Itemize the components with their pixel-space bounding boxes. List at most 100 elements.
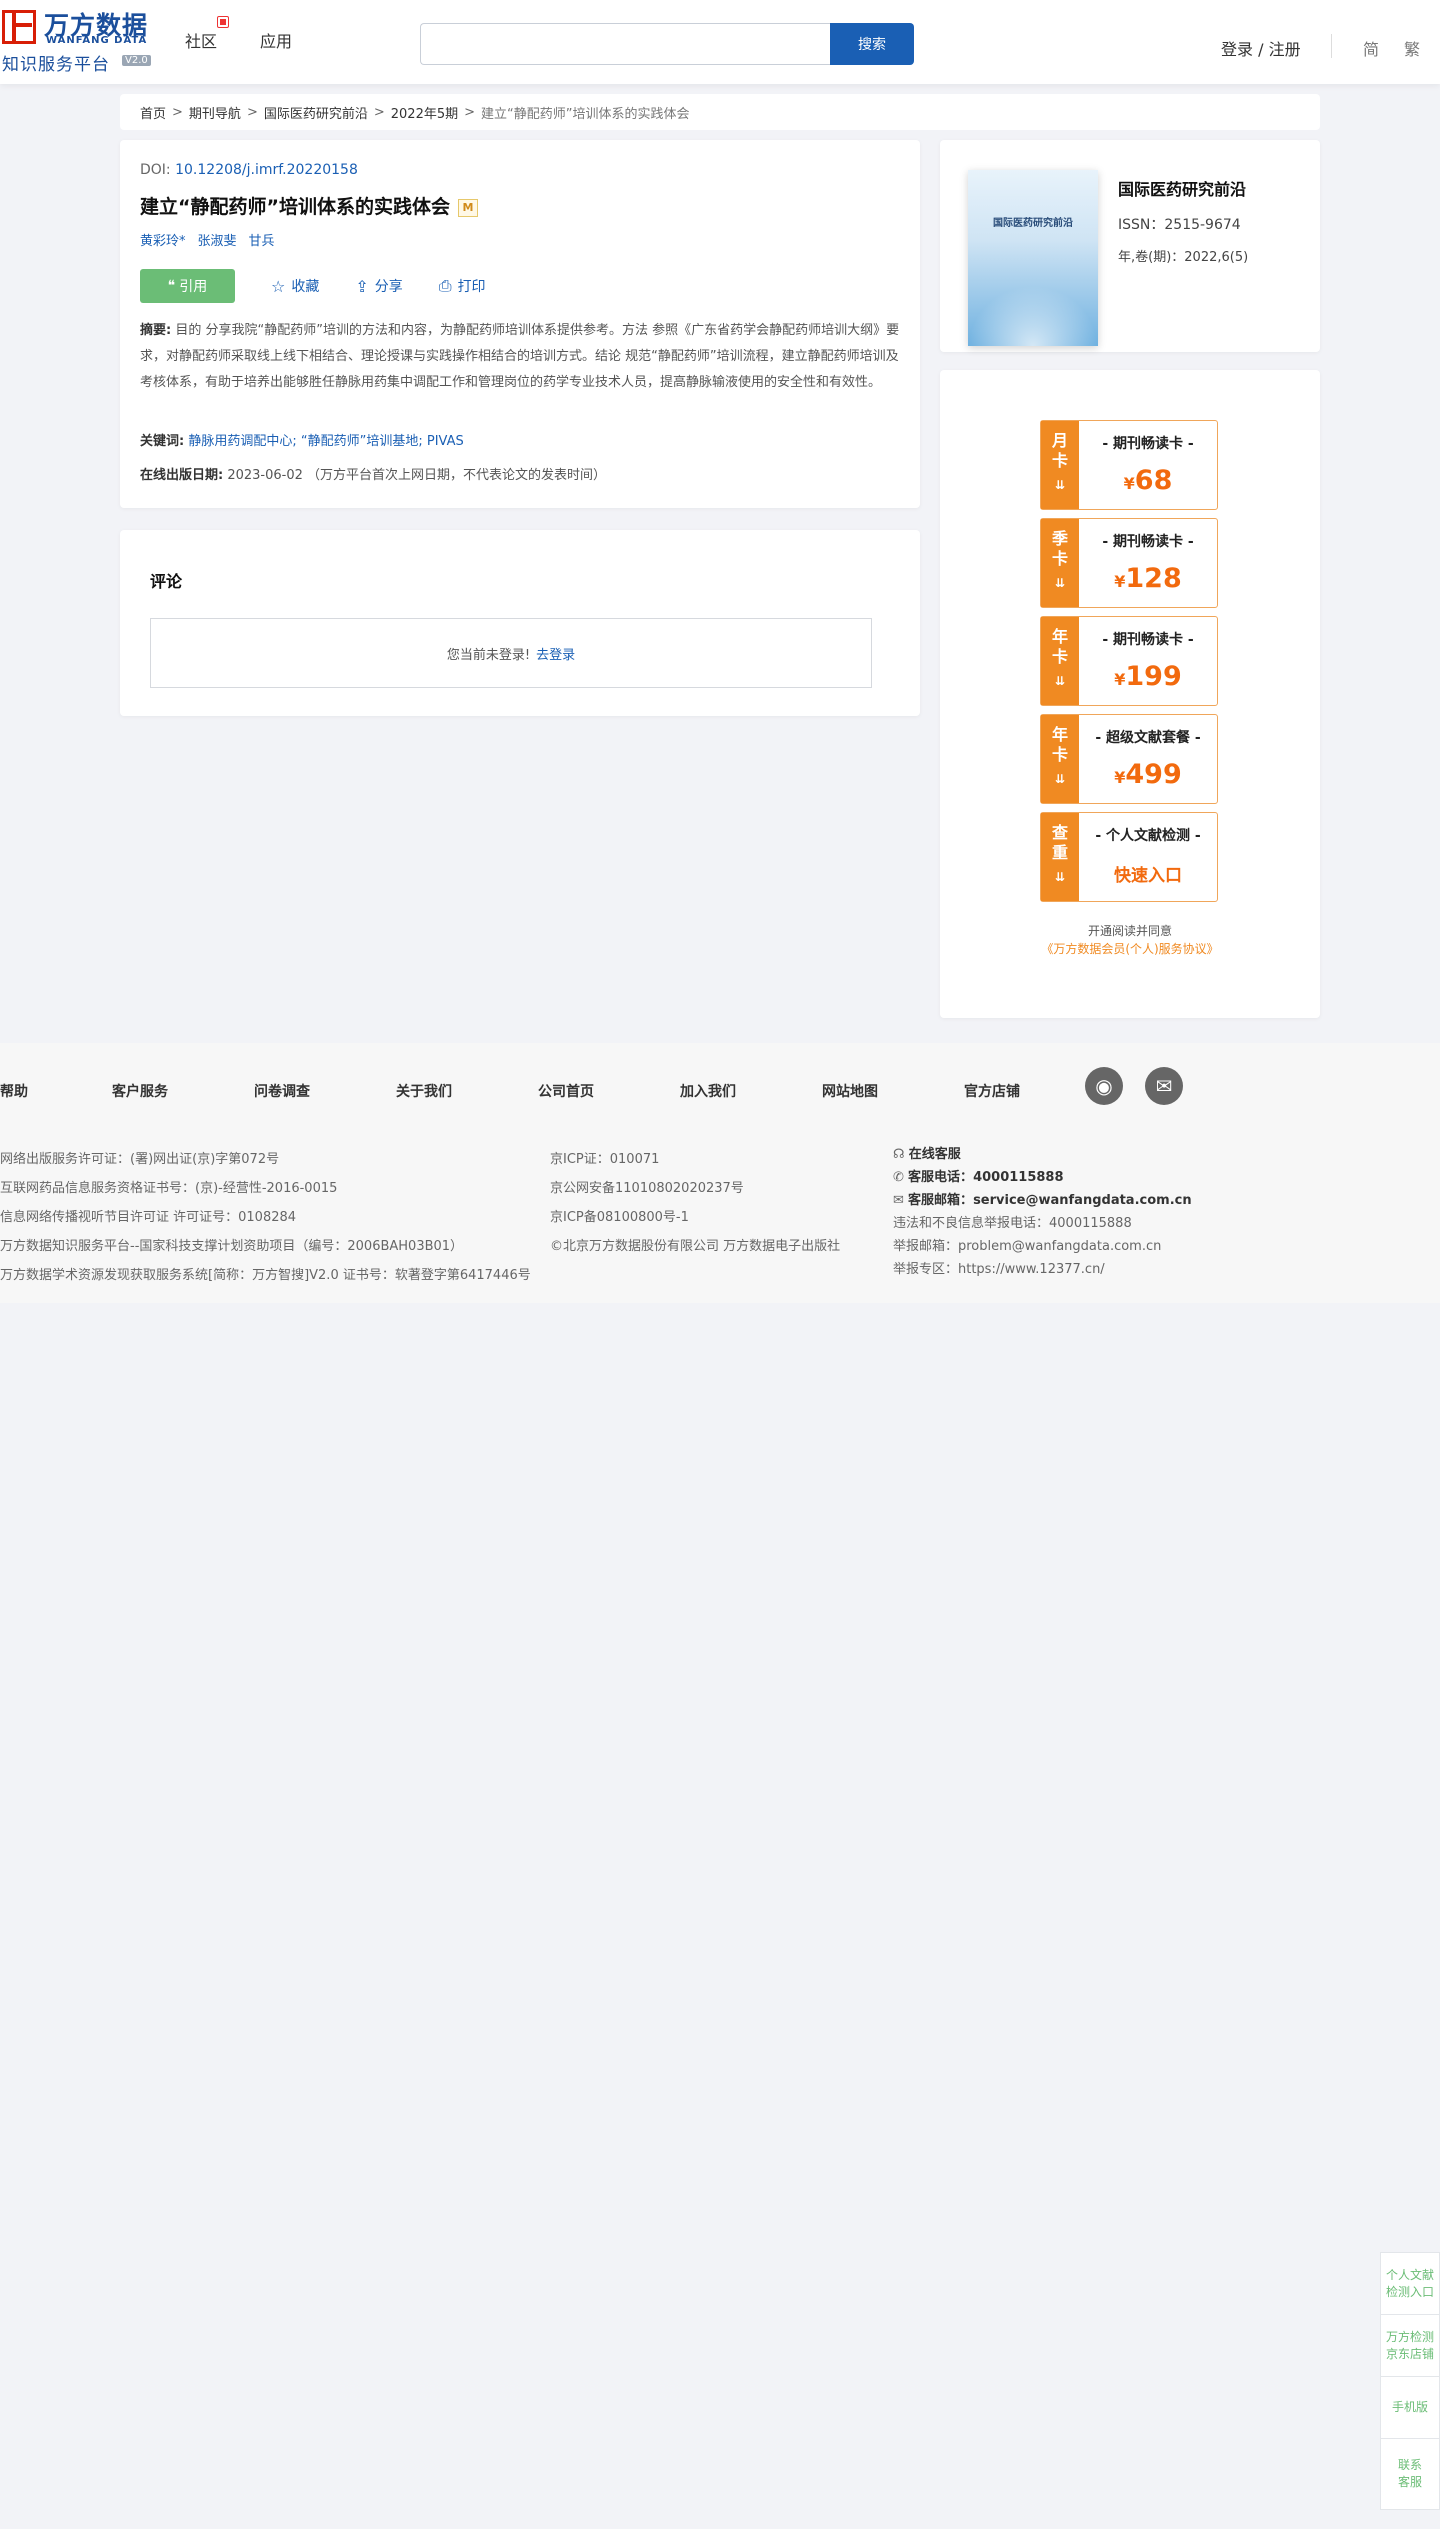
abstract-text: 目的 分享我院“静配药师”培训的方法和内容，为静配药师培训体系提供参考。方法 参… [140, 323, 900, 390]
license-line: 万方数据知识服务平台--国家科技支撑计划资助项目（编号：2006BAH03B01… [0, 1239, 464, 1254]
doi-line: DOI: 10.12208/j.imrf.20220158 [140, 162, 358, 178]
wechat-icon[interactable]: ✉ [1145, 1067, 1183, 1105]
author-link[interactable]: 张淑斐 [198, 230, 237, 249]
report-email: 举报邮箱：problem@wanfangdata.com.cn [893, 1239, 1162, 1254]
membership-side-tag: 季卡 ⇊ [1041, 519, 1079, 607]
footer-link-service[interactable]: 客户服务 [112, 1081, 168, 1101]
login-register-link[interactable]: 登录 / 注册 [1221, 36, 1301, 60]
membership-title: - 期刊畅读卡 - [1102, 632, 1194, 648]
lang-traditional[interactable]: 繁 [1404, 36, 1420, 60]
membership-plagiarism-check[interactable]: 查重 ⇊ - 个人文献检测 - 快速入口 [1040, 812, 1218, 902]
phone-icon: ✆ [893, 1170, 904, 1185]
membership-side-tag: 年卡 ⇊ [1041, 715, 1079, 803]
footer-link-join[interactable]: 加入我们 [680, 1081, 736, 1101]
keywords: 关键词: 静脉用药调配中心; “静配药师”培训基地; PIVAS [140, 430, 464, 449]
breadcrumb-issue[interactable]: 2022年5期 [391, 103, 458, 122]
service-email: ✉ 客服邮箱：service@wanfangdata.com.cn [893, 1193, 1192, 1208]
membership-monthly[interactable]: 月卡 ⇊ - 期刊畅读卡 - ¥68 [1040, 420, 1218, 510]
footer-contact: ☊ 在线客服 ✆ 客服电话：4000115888 ✉ 客服邮箱：service@… [893, 1143, 1192, 1281]
favorite-button[interactable]: ☆ 收藏 [271, 276, 319, 296]
article-title-text: 建立“静配药师”培训体系的实践体会 [140, 196, 450, 218]
quote-icon: ❝ [167, 278, 176, 294]
cite-label: 引用 [179, 279, 208, 295]
breadcrumb-separator: > [464, 104, 476, 120]
breadcrumb-home[interactable]: 首页 [140, 103, 166, 122]
search-input[interactable] [420, 23, 830, 65]
doi-link[interactable]: 10.12208/j.imrf.20220158 [175, 162, 358, 178]
printer-icon: ⎙ [438, 276, 452, 295]
wanfang-logo-icon [2, 10, 36, 44]
cover-title: 国际医药研究前沿 [993, 218, 1073, 229]
membership-side-tag: 年卡 ⇊ [1041, 617, 1079, 705]
membership-side-tag: 月卡 ⇊ [1041, 421, 1079, 509]
search-button[interactable]: 搜索 [830, 23, 914, 65]
membership-yearly[interactable]: 年卡 ⇊ - 期刊畅读卡 - ¥199 [1040, 616, 1218, 706]
double-down-icon: ⇊ [1054, 478, 1066, 492]
weibo-icon[interactable]: ◉ [1085, 1067, 1123, 1105]
icp-line: 京ICP证：010071 [550, 1152, 660, 1167]
nav-apps[interactable]: 应用 [260, 28, 292, 52]
pubdate-label: 在线出版日期: [140, 468, 224, 483]
float-mobile-version[interactable]: 手机版 [1381, 2377, 1439, 2439]
breadcrumb-journal[interactable]: 国际医药研究前沿 [264, 103, 368, 122]
wanfang-logo[interactable]: 万方数据 WANFANG DATA 知识服务平台 V2.0 [0, 6, 160, 75]
license-line: 互联网药品信息服务资格证书号：(京)-经营性-2016-0015 [0, 1181, 338, 1196]
double-down-icon: ⇊ [1054, 870, 1066, 884]
nav-community[interactable]: 社区 [185, 28, 217, 52]
float-jd-store[interactable]: 万方检测京东店铺 [1381, 2315, 1439, 2377]
footer-icp: 京ICP证：010071 京公网安备11010802020237号 京ICP备0… [550, 1145, 840, 1261]
lang-simplified[interactable]: 简 [1363, 36, 1379, 60]
doi-label: DOI: [140, 162, 171, 178]
print-label: 打印 [457, 279, 486, 295]
membership-price: ¥199 [1114, 661, 1182, 692]
pubdate-note: （万方平台首次上网日期，不代表论文的发表时间） [307, 468, 607, 483]
pubdate-value: 2023-06-02 [227, 468, 303, 483]
cite-button[interactable]: ❝ 引用 [140, 269, 235, 303]
share-button[interactable]: ⇪ 分享 [355, 276, 402, 296]
float-plagiarism-entry[interactable]: 个人文献检测入口 [1381, 2253, 1439, 2315]
membership-title: - 个人文献检测 - [1095, 828, 1201, 844]
article-card: DOI: 10.12208/j.imrf.20220158 建立“静配药师”培训… [120, 140, 920, 508]
abstract-label: 摘要: [140, 323, 172, 338]
author-link[interactable]: 黄彩玲* [140, 230, 186, 249]
membership-super-package[interactable]: 年卡 ⇊ - 超级文献套餐 - ¥499 [1040, 714, 1218, 804]
license-line: 万方数据学术资源发现获取服务系统[简称：万方智搜]V2.0 证书号：软著登字第6… [0, 1268, 531, 1283]
comments-title: 评论 [150, 572, 183, 591]
keyword-link[interactable]: 静脉用药调配中心; [188, 434, 296, 449]
star-icon: ☆ [271, 276, 286, 296]
article-title: 建立“静配药师”培训体系的实践体会 M [140, 192, 478, 219]
double-down-icon: ⇊ [1054, 772, 1066, 786]
journal-name[interactable]: 国际医药研究前沿 [1118, 176, 1246, 200]
share-label: 分享 [374, 279, 403, 295]
quick-entry-link[interactable]: 快速入口 [1079, 861, 1217, 886]
journal-cover[interactable]: 国际医药研究前沿 [968, 170, 1098, 346]
service-phone: ✆ 客服电话：4000115888 [893, 1170, 1064, 1185]
footer-link-help[interactable]: 帮助 [0, 1081, 28, 1101]
membership-title: - 期刊畅读卡 - [1102, 436, 1194, 452]
footer-link-store[interactable]: 官方店铺 [964, 1081, 1020, 1101]
go-login-link[interactable]: 去登录 [536, 644, 575, 663]
license-line: 网络出版服务许可证：(署)网出证(京)字第072号 [0, 1152, 280, 1167]
membership-price: ¥128 [1114, 563, 1182, 594]
online-service-link[interactable]: ☊ 在线客服 [893, 1143, 1192, 1166]
print-button[interactable]: ⎙ 打印 [439, 276, 486, 296]
journal-card: 国际医药研究前沿 国际医药研究前沿 ISSN：2515-9674 年,卷(期)：… [940, 140, 1320, 352]
keyword-link[interactable]: PIVAS [427, 434, 464, 449]
icp-line: 京ICP备08100800号-1 [550, 1210, 689, 1225]
mail-icon: ✉ [893, 1193, 904, 1208]
footer-link-sitemap[interactable]: 网站地图 [822, 1081, 878, 1101]
footer-link-about[interactable]: 关于我们 [396, 1081, 452, 1101]
floating-sidebar: 个人文献检测入口 万方检测京东店铺 手机版 联系客服 [1380, 2252, 1440, 2510]
footer-link-company[interactable]: 公司首页 [538, 1081, 594, 1101]
double-down-icon: ⇊ [1054, 576, 1066, 590]
breadcrumb-journal-nav[interactable]: 期刊导航 [189, 103, 241, 122]
membership-quarterly[interactable]: 季卡 ⇊ - 期刊畅读卡 - ¥128 [1040, 518, 1218, 608]
author-link[interactable]: 甘兵 [249, 230, 275, 249]
footer-link-survey[interactable]: 问卷调查 [254, 1081, 310, 1101]
float-contact-service[interactable]: 联系客服 [1381, 2439, 1439, 2509]
footer-licenses: 网络出版服务许可证：(署)网出证(京)字第072号 互联网药品信息服务资格证书号… [0, 1145, 531, 1290]
footer: 帮助 客户服务 问卷调查 关于我们 公司首页 加入我们 网站地图 官方店铺 ◉ … [0, 1043, 1440, 1303]
keyword-link[interactable]: “静配药师”培训基地; [301, 434, 423, 449]
agreement-link[interactable]: 《万方数据会员(个人)服务协议》 [1041, 942, 1218, 956]
publish-date: 在线出版日期: 2023-06-02 （万方平台首次上网日期，不代表论文的发表时… [140, 464, 606, 483]
